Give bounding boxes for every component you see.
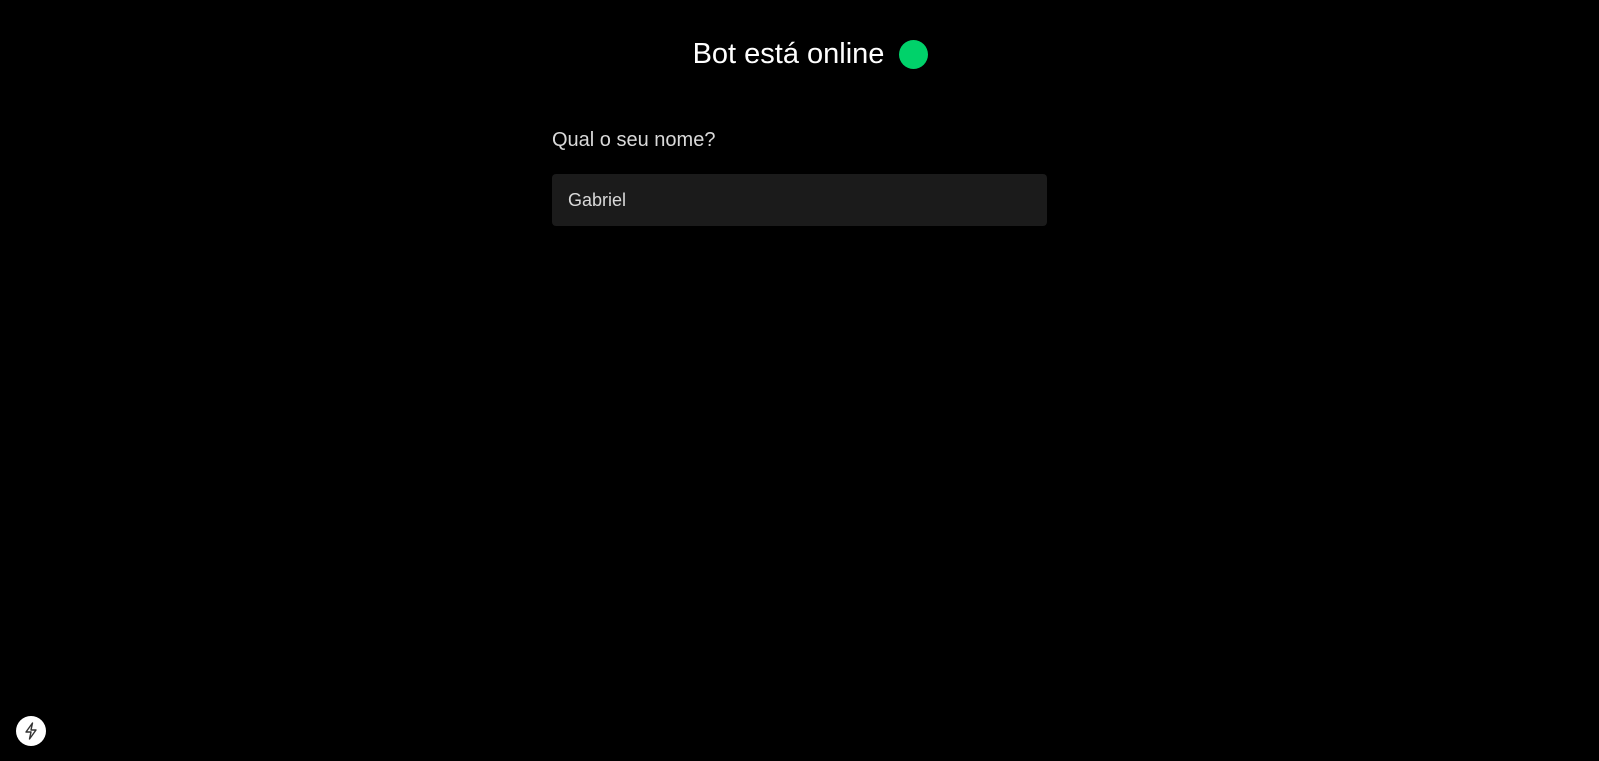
page-title: Bot está online	[692, 38, 885, 70]
lightning-bolt-icon	[25, 722, 37, 740]
page: Bot está online Qual o seu nome?	[0, 0, 1599, 761]
name-form: Qual o seu nome?	[552, 128, 1048, 226]
dev-tools-button[interactable]	[16, 716, 46, 746]
status-header: Bot está online	[0, 36, 1599, 72]
online-status-indicator	[899, 39, 929, 69]
name-label: Qual o seu nome?	[552, 129, 716, 151]
name-input[interactable]	[552, 174, 1047, 226]
